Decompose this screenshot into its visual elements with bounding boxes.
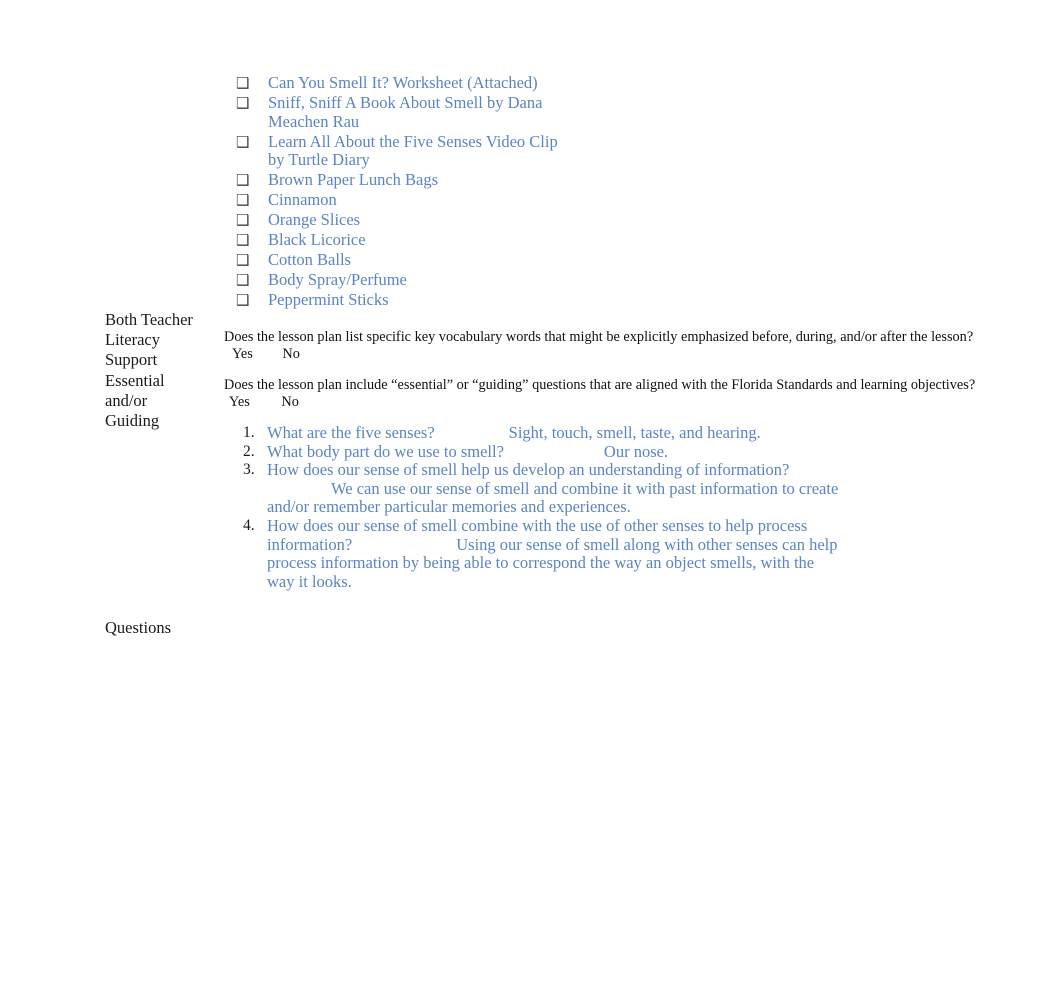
checklist-block: Does the lesson plan list specific key v… [224,329,984,363]
row-label-line: Support [105,350,158,370]
bullet-box-icon: ❑ [236,94,250,112]
answer-text: Using our sense of smell along with othe… [267,534,838,591]
option-no[interactable]: No [282,346,299,363]
row-label-line: Essential [105,370,165,390]
list-item-label: Sniff, Sniff A Book About Smell by Dana … [268,93,543,131]
list-item-label: Body Spray/Perfume [268,270,407,290]
checklist-question-text: Does the lesson plan include “essential”… [224,377,976,393]
list-item: ❑ Learn All About the Five Senses Video … [236,131,566,171]
document-page: ❑ Can You Smell It? Worksheet (Attached)… [0,0,1062,1006]
question-text: What are the five senses? [267,423,435,442]
question-text: How does our sense of smell help us deve… [267,460,790,480]
question-text: What body part do we use to smell? [267,441,504,461]
bullet-box-icon: ❑ [236,291,250,310]
list-item: ❑ Brown Paper Lunch Bags [236,170,566,190]
list-item-content: How does our sense of smell combine with… [267,516,843,591]
materials-list: ❑ Can You Smell It? Worksheet (Attached)… [236,73,566,311]
row-label-literacy-support: Both Teacher Literacy Support Essential … [105,310,200,431]
row-label-line: Literacy [105,330,160,350]
bullet-box-icon: ❑ [236,231,250,250]
answer-text: We can use our sense of smell and combin… [267,478,839,517]
list-item-content: How does our sense of smell help us deve… [267,460,843,517]
bullet-box-icon: ❑ [236,191,250,210]
list-item: ❑ Body Spray/Perfume [236,270,566,290]
bullet-box-icon: ❑ [236,211,250,230]
list-item: 2. What body part do we use to smell? Our… [243,441,843,462]
bullet-box-icon: ❑ [236,251,250,270]
row-label-questions: Questions [105,618,171,637]
list-item: ❑ Black Licorice [236,230,566,250]
option-yes[interactable]: Yes [229,394,250,411]
list-item-label: Cotton Balls [268,250,351,270]
list-item-label: Can You Smell It? Worksheet (Attached) [268,73,538,92]
list-item: ❑ Orange Slices [236,210,566,230]
list-item-label: Black Licorice [268,230,366,250]
list-item-label: Learn All About the Five Senses Video Cl… [268,131,558,170]
list-item-label: Cinnamon [268,190,337,210]
option-yes[interactable]: Yes [232,346,253,363]
list-item: ❑ Sniff, Sniff A Book About Smell by Dan… [236,93,566,132]
list-item-label: Peppermint Sticks [268,290,389,310]
list-item: 1. What are the five senses? Sight, touch… [243,423,843,443]
list-item: ❑ Peppermint Sticks [236,290,566,310]
list-item-content: What are the five senses? Sight, touch, s… [267,423,843,443]
bullet-box-icon: ❑ [236,171,250,190]
option-no[interactable]: No [281,394,298,411]
bullet-box-icon: ❑ [236,271,250,290]
answer-text: Our nose. [603,441,669,461]
list-item: ❑ Cotton Balls [236,250,566,270]
list-item: ❑ Cinnamon [236,190,566,210]
row-label-line: Guiding [105,411,160,431]
list-item-number: 3. [243,461,255,479]
bullet-box-icon: ❑ [236,74,250,92]
list-item: 4. How does our sense of smell combine w… [243,516,843,591]
list-item-content: What body part do we use to smell? Our no… [267,441,843,462]
guiding-questions-list: 1. What are the five senses? Sight, touch… [243,423,843,591]
checklist-question-text: Does the lesson plan list specific key v… [224,329,974,345]
checklist-options: Yes No [224,346,984,363]
row-label-line: and/or [105,390,148,410]
list-item-number: 2. [243,442,255,460]
list-item-label: Brown Paper Lunch Bags [268,170,439,190]
checklist-section: Does the lesson plan list specific key v… [224,329,984,411]
list-item: 3. How does our sense of smell help us d… [243,460,843,517]
bullet-box-icon: ❑ [236,132,250,151]
list-item-number: 1. [243,424,255,441]
checklist-block: Does the lesson plan include “essential”… [224,377,984,411]
checklist-options: Yes No [224,394,984,411]
row-label-line: Both Teacher [105,310,193,329]
answer-text: Sight, touch, smell, taste, and hearing. [508,423,761,442]
list-item-label: Orange Slices [268,210,361,230]
list-item-number: 4. [243,516,255,534]
list-item: ❑ Can You Smell It? Worksheet (Attached) [236,73,566,93]
